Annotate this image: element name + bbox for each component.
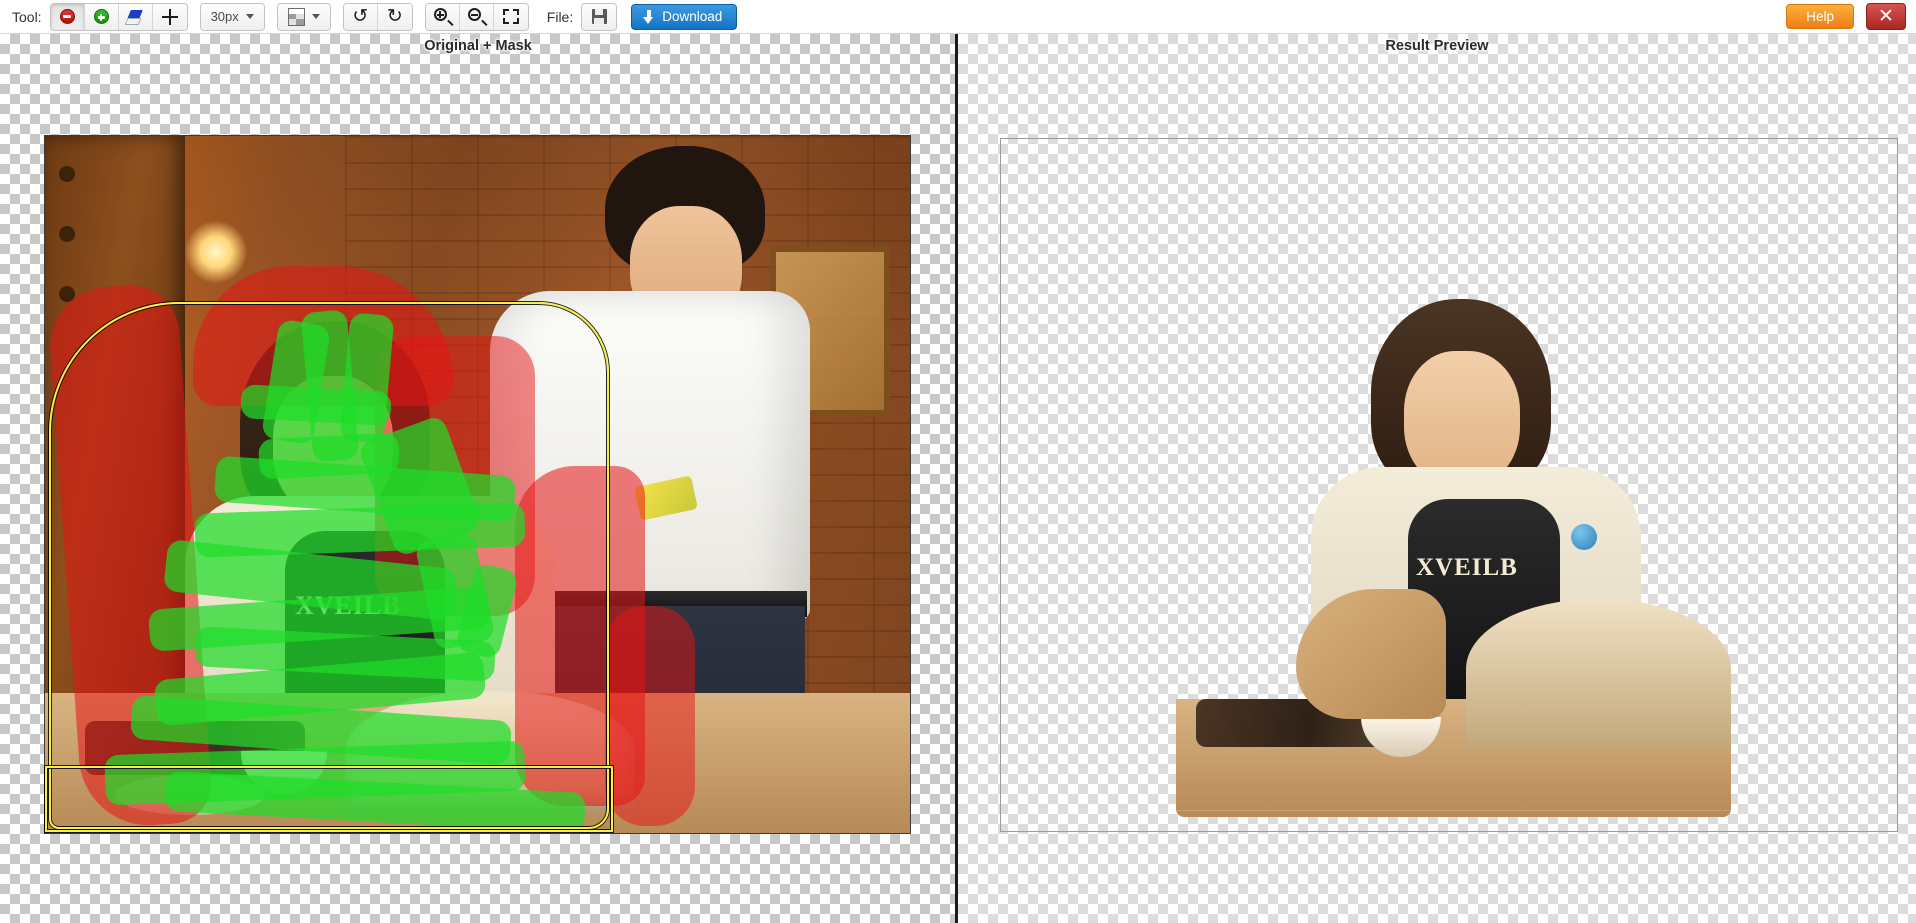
download-arrow-icon (643, 9, 654, 24)
original-mask-title: Original + Mask (424, 38, 532, 54)
chevron-down-icon (245, 14, 254, 19)
chevron-down-icon (311, 14, 320, 19)
mark-background-tool-button[interactable] (50, 3, 85, 30)
checkerboard-pattern-icon (287, 7, 305, 26)
source-photo: XVEILB (45, 136, 910, 833)
fit-to-screen-button[interactable] (493, 3, 528, 30)
file-button-group (581, 2, 618, 31)
download-button[interactable]: Download (631, 3, 738, 30)
redo-button[interactable]: ↻ (377, 3, 412, 30)
save-button[interactable] (582, 3, 617, 30)
result-preview-panel[interactable]: Result Preview XVEILB (958, 34, 1916, 923)
tshirt-text: XVEILB (295, 591, 401, 620)
zoom-in-button[interactable] (425, 3, 460, 30)
tshirt-text-result: XVEILB (1416, 554, 1518, 581)
result-preview-title: Result Preview (1385, 38, 1489, 54)
file-label: File: (546, 8, 574, 25)
undo-button[interactable]: ↺ (343, 3, 378, 30)
zoom-in-icon (433, 8, 454, 26)
move-tool-button[interactable] (152, 3, 187, 30)
original-mask-panel[interactable]: Original + Mask XVEILB (0, 34, 956, 923)
workspace: Original + Mask XVEILB Result Preview XV… (0, 34, 1916, 923)
redo-icon: ↻ (386, 6, 403, 27)
save-disk-icon (591, 9, 607, 24)
download-label: Download (662, 9, 723, 24)
plus-circle-icon (93, 9, 109, 24)
brush-size-group: 30px (199, 2, 265, 31)
original-image-canvas[interactable]: XVEILB (44, 135, 911, 834)
mark-foreground-tool-button[interactable] (84, 3, 119, 30)
background-pattern-group (276, 2, 331, 31)
close-button[interactable]: ✕ (1866, 3, 1906, 30)
tool-button-group (49, 2, 188, 31)
move-icon (161, 8, 178, 25)
history-button-group: ↺ ↻ (342, 2, 413, 31)
tool-label: Tool: (12, 8, 42, 25)
zoom-out-icon (467, 8, 488, 26)
background-pattern-dropdown[interactable] (277, 3, 330, 30)
fit-screen-icon (502, 9, 519, 24)
help-label: Help (1806, 9, 1834, 24)
result-canvas[interactable]: XVEILB (1000, 138, 1898, 832)
zoom-out-button[interactable] (459, 3, 494, 30)
brush-size-dropdown[interactable]: 30px (200, 3, 264, 30)
help-button[interactable]: Help (1786, 4, 1854, 29)
main-toolbar: Tool: 30px ↺ ↻ File: Download Help ✕ (0, 0, 1916, 34)
eraser-tool-button[interactable] (118, 3, 153, 30)
minus-circle-icon (59, 9, 75, 24)
cutout-subject: XVEILB (1176, 299, 1731, 819)
close-icon: ✕ (1878, 6, 1894, 27)
zoom-button-group (424, 2, 529, 31)
panel-divider[interactable] (955, 34, 958, 923)
eraser-icon (126, 10, 144, 24)
brush-size-value: 30px (210, 9, 239, 24)
undo-icon: ↺ (352, 6, 369, 27)
